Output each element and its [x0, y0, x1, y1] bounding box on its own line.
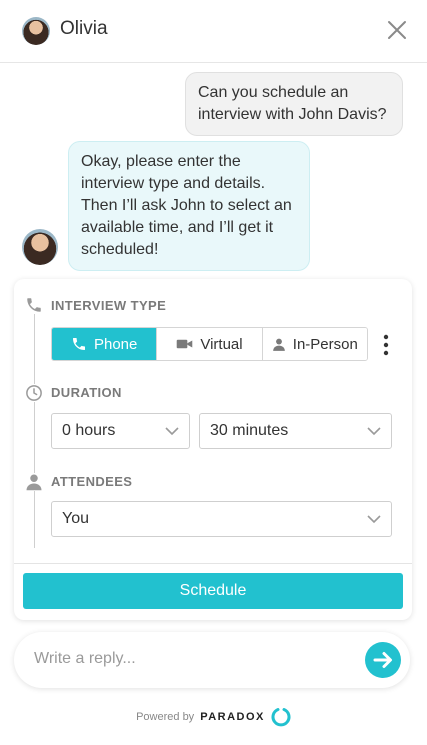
phone-icon: [72, 338, 85, 350]
type-virtual-label: Virtual: [200, 335, 243, 353]
powered-by-footer: Powered by PARADOX: [0, 707, 427, 727]
phone-icon: [25, 296, 43, 314]
reply-box: [14, 632, 410, 688]
chevron-down-icon: [367, 515, 381, 524]
user-message: Can you schedule an interview with John …: [185, 72, 403, 136]
type-phone-button[interactable]: Phone: [52, 328, 158, 360]
type-phone-label: Phone: [93, 335, 138, 353]
interview-type-label: INTERVIEW TYPE: [51, 298, 167, 313]
attendees-value: You: [62, 510, 89, 527]
arrow-right-icon: [373, 652, 392, 668]
duration-minutes-select[interactable]: 30 minutes: [199, 413, 392, 449]
agent-name: Olivia: [60, 18, 108, 39]
clock-icon: [25, 384, 43, 402]
chevron-down-icon: [367, 427, 381, 436]
video-camera-icon: [177, 339, 193, 349]
paradox-logo-icon: [271, 708, 291, 727]
attendees-select[interactable]: You: [51, 501, 392, 537]
duration-label: DURATION: [51, 385, 122, 400]
timeline-line: [34, 307, 35, 548]
interview-type-selector: Phone Virtual In-Person: [51, 327, 368, 361]
form-divider: [14, 563, 412, 564]
type-in-person-button[interactable]: In-Person: [262, 328, 367, 360]
reply-input[interactable]: [32, 649, 336, 669]
interview-form-card: INTERVIEW TYPE Phone Virtual In-Person D…: [14, 279, 412, 620]
bot-message: Okay, please enter the interview type an…: [68, 141, 310, 271]
close-icon[interactable]: [385, 18, 409, 42]
schedule-button[interactable]: Schedule: [23, 573, 403, 609]
chat-area: Can you schedule an interview with John …: [0, 63, 427, 745]
more-options-icon[interactable]: [378, 333, 394, 357]
type-virtual-button[interactable]: Virtual: [157, 328, 263, 360]
person-icon: [272, 338, 285, 351]
duration-hours-value: 0 hours: [62, 422, 116, 439]
attendees-label: ATTENDEES: [51, 474, 133, 489]
brand-name: PARADOX: [200, 711, 265, 723]
powered-by-text: Powered by: [136, 711, 195, 723]
send-button[interactable]: [365, 642, 401, 678]
type-in-person-label: In-Person: [292, 335, 358, 353]
chat-header: Olivia: [0, 0, 427, 63]
duration-minutes-value: 30 minutes: [210, 422, 289, 439]
chevron-down-icon: [165, 427, 179, 436]
agent-avatar: [22, 17, 50, 45]
duration-hours-select[interactable]: 0 hours: [51, 413, 190, 449]
person-icon: [25, 473, 43, 491]
bot-avatar: [22, 229, 58, 265]
